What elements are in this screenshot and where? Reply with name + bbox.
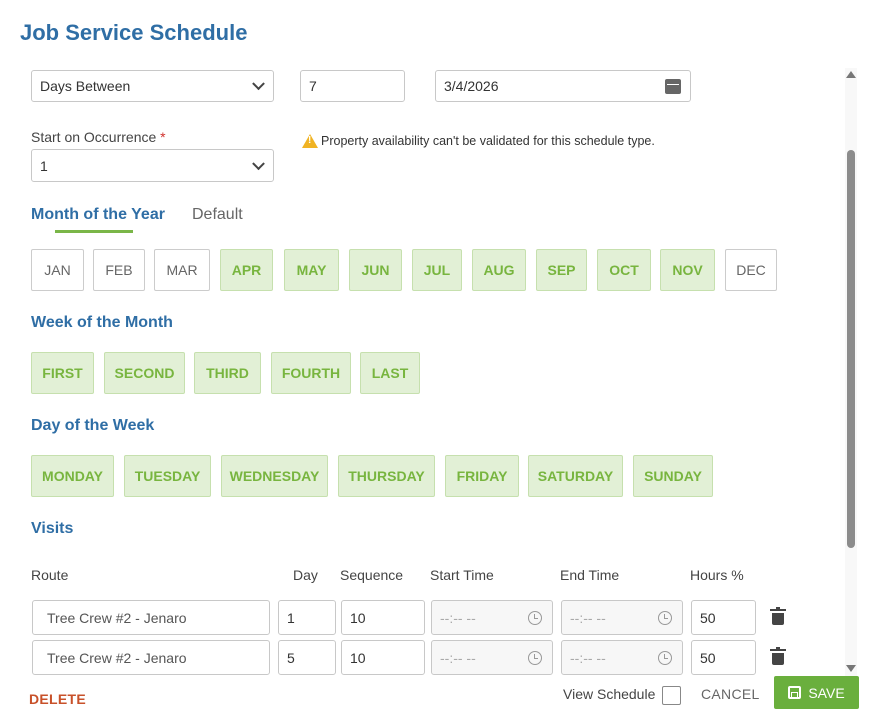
save-label: SAVE — [808, 684, 845, 701]
column-header-end-time: End Time — [560, 567, 620, 583]
trash-icon[interactable] — [770, 607, 786, 625]
column-header-route: Route — [31, 567, 69, 583]
day-chip-saturday[interactable]: SATURDAY — [528, 455, 623, 497]
save-disk-icon — [788, 686, 802, 699]
end-time-field[interactable]: --:-- -- — [561, 640, 683, 675]
clock-icon — [528, 651, 542, 665]
sequence-field[interactable]: 10 — [341, 600, 425, 635]
interval-input[interactable]: 7 — [300, 70, 405, 102]
clock-icon — [528, 611, 542, 625]
month-chip-may[interactable]: MAY — [284, 249, 339, 291]
month-chip-mar[interactable]: MAR — [154, 249, 210, 291]
cancel-button[interactable]: CANCEL — [701, 686, 760, 702]
column-header-start-time: Start Time — [430, 567, 494, 583]
month-chip-aug[interactable]: AUG — [472, 249, 526, 291]
week-chip-fourth[interactable]: FOURTH — [271, 352, 351, 394]
trash-icon[interactable] — [770, 647, 786, 665]
month-chip-jul[interactable]: JUL — [412, 249, 462, 291]
view-schedule-checkbox[interactable] — [662, 686, 681, 705]
occurrence-value: 1 — [40, 157, 48, 174]
calendar-icon[interactable] — [665, 79, 681, 94]
month-chip-apr[interactable]: APR — [220, 249, 273, 291]
chevron-down-icon — [252, 156, 265, 170]
week-chip-last[interactable]: LAST — [360, 352, 420, 394]
tab-default[interactable]: Default — [192, 206, 243, 224]
start-date-value: 3/4/2026 — [444, 78, 499, 94]
save-button[interactable]: SAVE — [774, 676, 859, 709]
week-of-month-heading: Week of the Month — [31, 314, 173, 331]
start-date-input[interactable]: 3/4/2026 — [435, 70, 691, 102]
schedule-type-value: Days Between — [40, 78, 131, 94]
active-tab-indicator — [55, 230, 133, 233]
scrollbar-thumb[interactable] — [847, 150, 855, 548]
delete-button[interactable]: DELETE — [29, 691, 86, 707]
scroll-up-arrow-icon[interactable] — [846, 71, 856, 78]
availability-warning: Property availability can't be validated… — [302, 134, 655, 148]
hours-field[interactable]: 50 — [691, 640, 756, 675]
column-header-sequence: Sequence — [340, 567, 404, 583]
month-chip-nov[interactable]: NOV — [660, 249, 715, 291]
sequence-field[interactable]: 10 — [341, 640, 425, 675]
occurrence-select[interactable]: 1 — [31, 149, 274, 182]
occurrence-label: Start on Occurrence * — [31, 129, 166, 145]
day-chip-thursday[interactable]: THURSDAY — [338, 455, 435, 497]
month-chip-jan[interactable]: JAN — [31, 249, 84, 291]
clock-icon — [658, 611, 672, 625]
start-time-field[interactable]: --:-- -- — [431, 600, 553, 635]
route-field[interactable]: Tree Crew #2 - Jenaro — [32, 600, 270, 635]
day-chip-friday[interactable]: FRIDAY — [445, 455, 519, 497]
month-chip-sep[interactable]: SEP — [536, 249, 587, 291]
schedule-type-select[interactable]: Days Between — [31, 70, 274, 102]
interval-value: 7 — [309, 78, 317, 94]
month-chip-feb[interactable]: FEB — [93, 249, 145, 291]
week-chip-third[interactable]: THIRD — [194, 352, 261, 394]
scroll-down-arrow-icon[interactable] — [846, 665, 856, 672]
visits-heading: Visits — [31, 520, 74, 537]
end-time-field[interactable]: --:-- -- — [561, 600, 683, 635]
day-chip-tuesday[interactable]: TUESDAY — [124, 455, 211, 497]
view-schedule-label: View Schedule — [563, 686, 656, 702]
month-chip-dec[interactable]: DEC — [725, 249, 777, 291]
month-chip-oct[interactable]: OCT — [597, 249, 651, 291]
route-field[interactable]: Tree Crew #2 - Jenaro — [32, 640, 270, 675]
day-chip-monday[interactable]: MONDAY — [31, 455, 114, 497]
week-chip-second[interactable]: SECOND — [104, 352, 185, 394]
day-of-week-heading: Day of the Week — [31, 417, 155, 434]
page-title: Job Service Schedule — [20, 20, 248, 45]
tab-month-of-year[interactable]: Month of the Year — [31, 206, 165, 224]
day-chip-sunday[interactable]: SUNDAY — [633, 455, 713, 497]
day-chip-wednesday[interactable]: WEDNESDAY — [221, 455, 328, 497]
month-chip-jun[interactable]: JUN — [349, 249, 402, 291]
hours-field[interactable]: 50 — [691, 600, 756, 635]
week-chip-first[interactable]: FIRST — [31, 352, 94, 394]
clock-icon — [658, 651, 672, 665]
column-header-day: Day — [293, 567, 318, 583]
warning-icon — [302, 134, 318, 148]
column-header-hours: Hours % — [690, 567, 744, 583]
start-time-field[interactable]: --:-- -- — [431, 640, 553, 675]
required-mark: * — [160, 129, 166, 145]
day-field[interactable]: 5 — [278, 640, 336, 675]
day-field[interactable]: 1 — [278, 600, 336, 635]
chevron-down-icon — [252, 77, 265, 91]
warning-text: Property availability can't be validated… — [321, 134, 655, 148]
